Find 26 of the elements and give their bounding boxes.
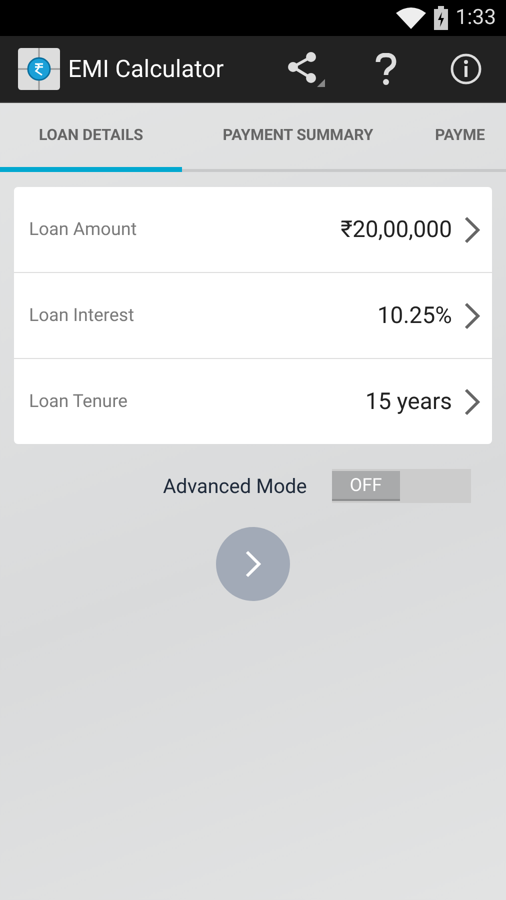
wifi-icon bbox=[396, 7, 426, 29]
loan-field-row[interactable]: Loan Interest 10.25% bbox=[14, 272, 492, 358]
tab[interactable]: PAYMENT SUMMARY bbox=[182, 103, 414, 172]
field-label: Loan Amount bbox=[29, 219, 138, 240]
field-label: Loan Interest bbox=[29, 305, 136, 326]
share-icon bbox=[285, 51, 327, 87]
battery-icon bbox=[434, 6, 448, 30]
help-icon bbox=[375, 53, 397, 85]
field-value: 15 years bbox=[365, 388, 452, 415]
tab[interactable]: PAYME bbox=[414, 103, 506, 172]
advanced-mode-label: Advanced Mode bbox=[163, 474, 307, 498]
app-title: EMI Calculator bbox=[68, 55, 225, 83]
calculator-icon bbox=[18, 48, 60, 90]
field-value: ₹20,00,000 bbox=[340, 216, 452, 243]
tab[interactable]: LOAN DETAILS bbox=[0, 103, 182, 172]
clock-time: 1:33 bbox=[456, 6, 496, 30]
chevron-icon bbox=[464, 302, 480, 330]
info-icon bbox=[450, 53, 482, 85]
advanced-mode-switch[interactable]: OFF bbox=[332, 469, 471, 503]
loan-field-row[interactable]: Loan Tenure 15 years bbox=[14, 358, 492, 444]
chevron-icon bbox=[464, 388, 480, 416]
loan-field-row[interactable]: Loan Amount ₹20,00,000 bbox=[14, 187, 492, 272]
chevron-icon bbox=[464, 216, 480, 244]
chevron-icon bbox=[245, 550, 261, 578]
field-label: Loan Tenure bbox=[29, 391, 129, 412]
field-value: 10.25% bbox=[377, 302, 452, 329]
